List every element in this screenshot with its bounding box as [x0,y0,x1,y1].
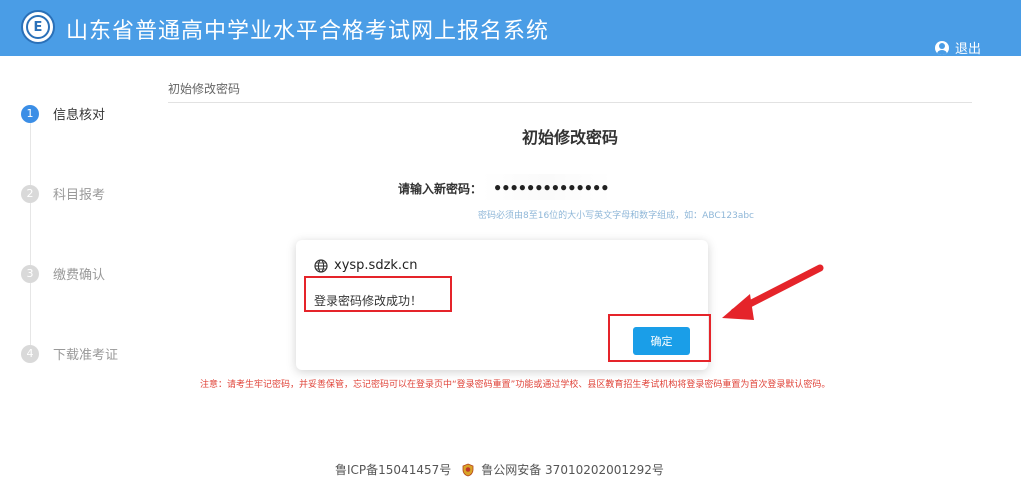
form-title: 初始修改密码 [521,128,618,147]
logo-mark: E [26,15,50,39]
step-download-admission[interactable]: 4 下载准考证 [21,344,118,363]
step-number: 4 [21,344,39,363]
button-highlight-box [608,314,711,362]
step-label: 信息核对 [53,108,106,123]
dialog-origin: xysp.sdzk.cn [314,258,417,273]
footer: 鲁ICP备15041457号 鲁公网安备 37010202001292号 [335,461,664,478]
step-subject-register[interactable]: 2 科目报考 [21,184,105,203]
logout-label: 退出 [954,42,981,57]
step-number: 3 [21,264,39,283]
alert-dialog: xysp.sdzk.cn 登录密码修改成功！ 确定 [296,240,711,370]
password-hint: 密码必须由8至16位的大小写英文字母和数字组成，如：ABC123abc [478,211,754,221]
message-highlight-box [304,276,452,312]
globe-icon [314,258,328,273]
site-logo: E [21,10,55,44]
breadcrumb: 初始修改密码 [168,82,241,96]
new-password-label: 请输入新密码： [398,182,483,196]
header-bar: E 山东省普通高中学业水平合格考试网上报名系统 退出 [0,0,1021,57]
red-arrow-annotation [722,264,824,320]
icp-record[interactable]: 鲁ICP备15041457号 [335,461,451,478]
step-label: 下载准考证 [53,348,119,363]
police-badge-icon [462,463,474,476]
step-number: 2 [21,184,39,203]
step-label: 科目报考 [53,188,106,203]
user-icon [934,40,949,55]
new-password-input[interactable] [482,174,612,200]
step-payment-confirm[interactable]: 3 缴费确认 [21,264,105,283]
logout-link[interactable]: 退出 [934,38,981,57]
step-info-check[interactable]: 1 信息核对 [21,104,105,123]
dialog-origin-text: xysp.sdzk.cn [334,258,418,273]
site-title: 山东省普通高中学业水平合格考试网上报名系统 [66,19,550,44]
step-label: 缴费确认 [53,268,106,283]
police-record[interactable]: 鲁公网安备 37010202001292号 [481,461,664,478]
steps-connector-line [30,122,31,354]
step-number: 1 [21,104,39,123]
password-notice: 注意：请考生牢记密码，并妥善保管，忘记密码可以在登录页中“登录密码重置”功能或通… [200,380,831,390]
steps-sidebar: 1 信息核对 2 科目报考 3 缴费确认 4 下载准考证 [0,60,150,380]
breadcrumb-divider [168,102,972,103]
